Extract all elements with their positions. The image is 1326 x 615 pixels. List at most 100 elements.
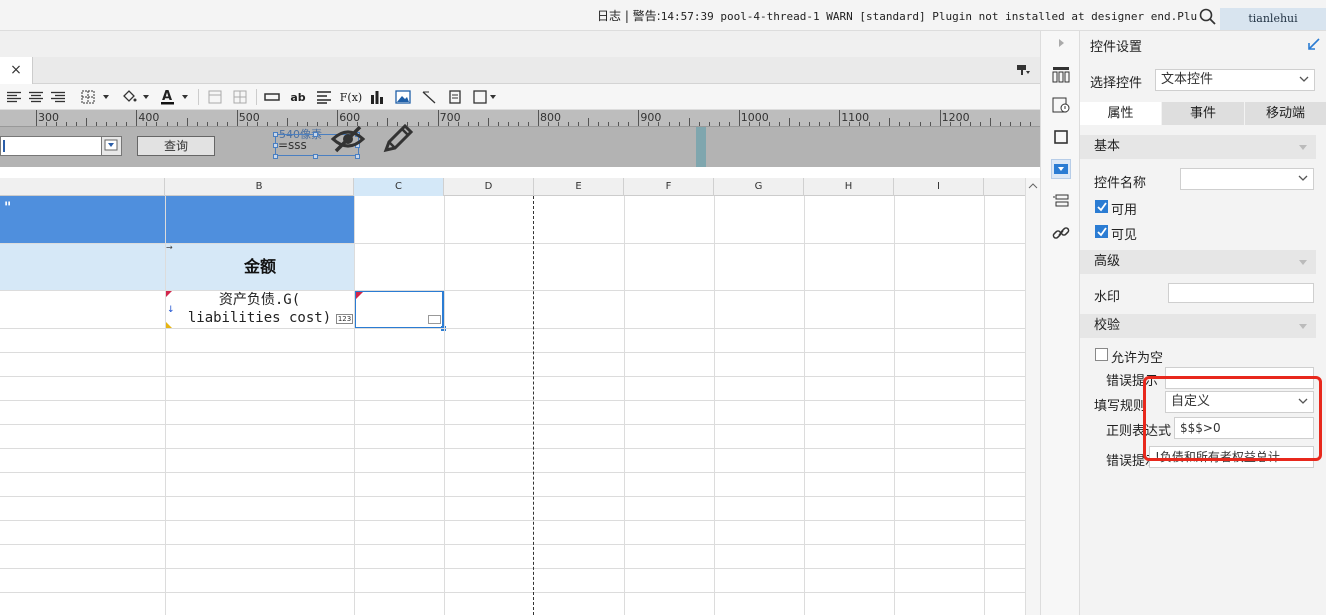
sub-report-icon[interactable] [445, 88, 465, 106]
collapse-arrow-icon[interactable] [1051, 33, 1071, 53]
chevron-down-icon [1299, 260, 1307, 265]
form-width-marker[interactable] [696, 127, 706, 167]
tab-events[interactable]: 事件 [1162, 102, 1244, 125]
ruler-mark [869, 122, 871, 126]
enabled-checkbox[interactable] [1095, 200, 1108, 213]
frame-dropdown-icon[interactable] [472, 88, 498, 106]
ruler-mark [658, 122, 660, 126]
column-gridline [624, 196, 625, 615]
column-header-e[interactable]: E [534, 178, 624, 196]
ruler-mark [849, 122, 851, 126]
ruler-mark [507, 122, 509, 126]
formula-icon[interactable]: F(x) [340, 88, 362, 106]
align-left-icon[interactable] [4, 88, 24, 106]
column-gridline [984, 196, 985, 615]
parameter-combo[interactable] [0, 136, 122, 156]
column-header-b[interactable]: B [165, 178, 354, 196]
ruler-mark [859, 122, 861, 126]
column-header-f[interactable]: F [624, 178, 714, 196]
parameter-pane: 查询 540像素 =sss [0, 123, 1040, 167]
section-validation[interactable]: 校验 [1080, 314, 1316, 338]
allow-empty-checkbox[interactable] [1095, 348, 1108, 361]
paint-format-icon[interactable] [1016, 64, 1030, 76]
formula-cell-b3[interactable]: 资产负债.G( liabilities cost) [165, 290, 354, 328]
section-advanced[interactable]: 高级 [1080, 250, 1316, 274]
ruler-mark [889, 118, 891, 126]
vertical-scrollbar[interactable] [1025, 178, 1040, 615]
title-cell-b[interactable] [165, 196, 354, 243]
align-center-icon[interactable] [26, 88, 46, 106]
amount-header-cell[interactable]: 金额 [165, 243, 354, 290]
ruler-mark [768, 122, 770, 126]
separator [0, 167, 1040, 178]
column-header-g[interactable]: G [714, 178, 804, 196]
ruler-mark [879, 122, 881, 126]
column-header-c[interactable]: C [354, 178, 444, 196]
edit-pencil-icon[interactable] [381, 123, 415, 155]
column-a-header[interactable] [0, 178, 165, 196]
yellow-corner-marker [165, 321, 172, 328]
section-validation-label: 校验 [1094, 318, 1121, 333]
control-name-dropdown[interactable] [1180, 168, 1314, 190]
horizontal-ruler: 300 400 500 600 700 800 900 1000 1100 1200 [0, 110, 1040, 127]
ruler-mark [728, 122, 730, 126]
hyperlink-form-icon[interactable] [1051, 191, 1071, 211]
column-header-d[interactable]: D [444, 178, 534, 196]
border-dropdown-icon[interactable] [80, 88, 112, 106]
merge-cells-icon[interactable] [205, 88, 225, 106]
condition-attribute-icon[interactable] [1051, 95, 1071, 115]
ruler-mark [688, 118, 690, 126]
log-line[interactable]: 日志 | 警告:14:57:39 pool-4-thread-1 WARN [s… [597, 0, 1197, 31]
header-cell-a[interactable] [0, 243, 165, 290]
frame-icon[interactable] [1051, 127, 1071, 147]
tab-mobile[interactable]: 移动端 [1245, 102, 1326, 125]
ruler-mark [86, 118, 88, 126]
slash-icon[interactable] [419, 88, 439, 106]
selected-cell-c3[interactable] [354, 290, 446, 331]
font-color-icon[interactable]: A [159, 88, 191, 106]
ruler-mark [116, 122, 118, 126]
image-icon[interactable] [393, 88, 413, 106]
expand-panel-icon[interactable] [1306, 36, 1322, 52]
ruler-mark [66, 122, 68, 126]
section-basic[interactable]: 基本 [1080, 135, 1316, 159]
widget-settings-icon[interactable] [1051, 159, 1071, 179]
link-icon[interactable] [1051, 223, 1071, 243]
align-right-icon[interactable] [48, 88, 68, 106]
row-gridline [0, 400, 1025, 401]
rich-text-icon[interactable]: ab [288, 88, 308, 106]
tab-properties[interactable]: 属性 [1080, 102, 1161, 125]
column-header: B C D E F G H I [0, 178, 1025, 196]
ruler-mark [106, 122, 108, 126]
split-cells-icon[interactable] [230, 88, 250, 106]
combo-arrow-icon[interactable] [101, 137, 121, 155]
chevron-down-icon [1299, 324, 1307, 329]
search-icon[interactable] [1199, 8, 1219, 26]
ruler-mark [718, 122, 720, 126]
select-control-dropdown[interactable]: 文本控件 [1155, 69, 1315, 91]
user-name[interactable]: tianlehui [1220, 8, 1326, 30]
query-button[interactable]: 查询 [137, 136, 215, 156]
watermark-input[interactable] [1168, 283, 1314, 303]
row-gridline [0, 472, 1025, 473]
visible-checkbox[interactable] [1095, 225, 1108, 238]
title-cell-a[interactable]: " [0, 196, 165, 243]
spreadsheet-grid[interactable]: " 金额 → 资产负债.G( liabilities cost) ↓ 123 [0, 196, 1025, 615]
ruler-mark [56, 122, 58, 126]
ruler-mark [758, 122, 760, 126]
ruler-mark [608, 122, 610, 126]
cell-attribute-icon[interactable] [1051, 64, 1071, 84]
fill-color-icon[interactable] [120, 88, 152, 106]
ruler-mark [819, 122, 821, 126]
column-header-h[interactable]: H [804, 178, 894, 196]
chart-icon[interactable] [367, 88, 387, 106]
ruler-mark [176, 122, 178, 126]
row-gridline [0, 290, 1025, 291]
paragraph-icon[interactable] [314, 88, 334, 106]
hidden-eye-icon[interactable] [330, 123, 366, 155]
column-header-i[interactable]: I [894, 178, 984, 196]
ruler-mark [949, 122, 951, 126]
ruler-mark [748, 122, 750, 126]
text-field-icon[interactable] [262, 88, 282, 106]
tab-close-button[interactable]: × [0, 57, 33, 84]
